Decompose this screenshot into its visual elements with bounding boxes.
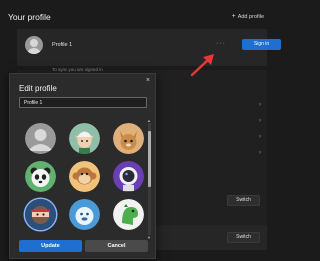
cancel-button[interactable]: Cancel	[85, 240, 148, 252]
scrollbar-thumb[interactable]	[148, 131, 151, 187]
avatar-monkey[interactable]	[69, 161, 100, 192]
annotation-arrow-icon	[190, 54, 214, 77]
dialog-title: Edit profile	[19, 84, 57, 93]
profile-name: Profile 1	[52, 42, 73, 48]
chevron-right-icon[interactable]: ›	[259, 150, 261, 156]
avatar-elf-character[interactable]	[69, 123, 100, 154]
switch-profile-button[interactable]: Switch	[227, 195, 260, 206]
avatar-cat[interactable]	[113, 123, 144, 154]
sync-status-text: To sync you are signed in	[52, 67, 103, 72]
more-options-icon[interactable]: ···	[216, 40, 226, 47]
plus-icon: +	[231, 13, 236, 20]
scroll-down-icon[interactable]: ▼	[147, 235, 151, 240]
update-button[interactable]: Update	[19, 240, 82, 252]
avatar	[25, 36, 43, 54]
avatar-dinosaur[interactable]	[113, 199, 144, 230]
chevron-right-icon[interactable]: ›	[259, 134, 261, 140]
avatar-grid	[19, 123, 145, 235]
add-profile-label: Add profile	[237, 14, 264, 20]
profile-header: Your profile + Add profile	[8, 12, 264, 26]
avatar-ninja[interactable]	[25, 199, 56, 230]
chevron-right-icon[interactable]: ›	[259, 102, 261, 108]
profile-name-input[interactable]	[19, 97, 147, 108]
avatar-panda[interactable]	[25, 161, 56, 192]
edit-profile-dialog: × Edit profile Profile 1 ▲ ▼ Update Canc…	[9, 73, 156, 259]
chevron-right-icon[interactable]: ›	[259, 118, 261, 124]
avatar-default-person[interactable]	[25, 123, 56, 154]
switch-profile-button[interactable]: Switch	[227, 232, 260, 243]
page-title: Your profile	[8, 12, 51, 22]
scroll-up-icon[interactable]: ▲	[147, 118, 151, 123]
avatar-grid-scrollbar[interactable]: ▲ ▼	[147, 118, 151, 240]
profile-card: Profile 1 ··· Sign in	[17, 29, 281, 67]
sign-in-button[interactable]: Sign in	[242, 39, 281, 50]
avatar-astronaut[interactable]	[113, 161, 144, 192]
avatar-yeti[interactable]	[69, 199, 100, 230]
close-icon[interactable]: ×	[146, 77, 150, 84]
add-profile-button[interactable]: + Add profile	[232, 13, 264, 20]
